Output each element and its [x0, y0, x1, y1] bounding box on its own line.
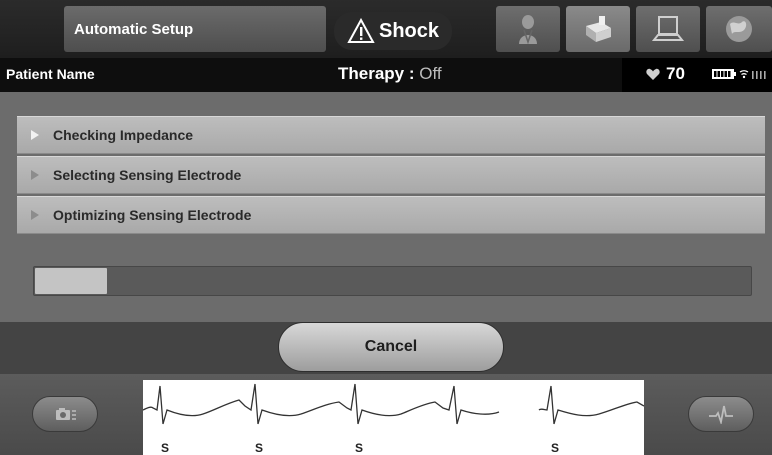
- sense-marker: S: [355, 441, 364, 455]
- ecg-strip: S S S S: [143, 380, 644, 455]
- ecg-waveform: [143, 383, 644, 425]
- step-label: Checking Impedance: [53, 127, 194, 143]
- step-selecting-sensing-electrode: Selecting Sensing Electrode: [17, 156, 765, 194]
- snapshot-button[interactable]: [32, 396, 98, 432]
- battery-wireless-status: [712, 69, 769, 79]
- device-nav-button[interactable]: [566, 6, 630, 52]
- step-checking-impedance: Checking Impedance: [17, 116, 765, 154]
- patient-nav-button[interactable]: [496, 6, 560, 52]
- play-triangle-icon: [31, 210, 39, 220]
- step-label: Selecting Sensing Electrode: [53, 167, 242, 183]
- network-nav-button[interactable]: [706, 6, 772, 52]
- top-bar: Automatic Setup Shock: [0, 0, 772, 58]
- shock-button[interactable]: Shock: [334, 12, 452, 50]
- action-band: Cancel: [0, 322, 772, 374]
- patient-icon: [519, 15, 537, 45]
- therapy-label: Therapy :: [338, 64, 420, 83]
- ecg-button[interactable]: [688, 396, 754, 432]
- sense-marker: S: [161, 441, 170, 455]
- sense-marker: S: [255, 441, 264, 455]
- heart-rate-value: 70: [666, 64, 685, 83]
- screen-title-tab: Automatic Setup: [64, 6, 326, 52]
- globe-icon: [726, 16, 752, 42]
- sense-marker: S: [551, 441, 560, 455]
- ecg-band: S S S S: [0, 374, 772, 455]
- therapy-value: Off: [419, 64, 442, 83]
- heart-icon: [646, 68, 660, 80]
- setup-progress-bar: [33, 266, 752, 296]
- progress-fill: [35, 268, 107, 294]
- heart-rate: 70: [646, 64, 685, 84]
- setup-panel: Checking Impedance Selecting Sensing Ele…: [0, 92, 772, 322]
- status-box: 70: [622, 58, 772, 92]
- patient-bar: Patient Name Therapy : Off 70: [0, 58, 772, 92]
- wireless-icon: [739, 70, 766, 79]
- play-triangle-icon: [31, 170, 39, 180]
- laptop-icon: [651, 16, 685, 41]
- battery-icon: [712, 69, 736, 79]
- shock-label: Shock: [378, 19, 440, 42]
- camera-icon: [56, 408, 76, 420]
- programmer-nav-button[interactable]: [636, 6, 700, 52]
- step-optimizing-sensing-electrode: Optimizing Sensing Electrode: [17, 196, 765, 234]
- step-label: Optimizing Sensing Electrode: [53, 207, 252, 223]
- device-icon: [586, 16, 611, 42]
- warning-icon: [347, 18, 375, 43]
- play-triangle-icon: [31, 130, 39, 140]
- ecg-icon: [709, 405, 733, 424]
- screen-title: Automatic Setup: [74, 20, 194, 38]
- therapy-status: Therapy : Off: [338, 64, 442, 84]
- cancel-button[interactable]: Cancel: [278, 322, 504, 372]
- patient-name: Patient Name: [6, 66, 95, 82]
